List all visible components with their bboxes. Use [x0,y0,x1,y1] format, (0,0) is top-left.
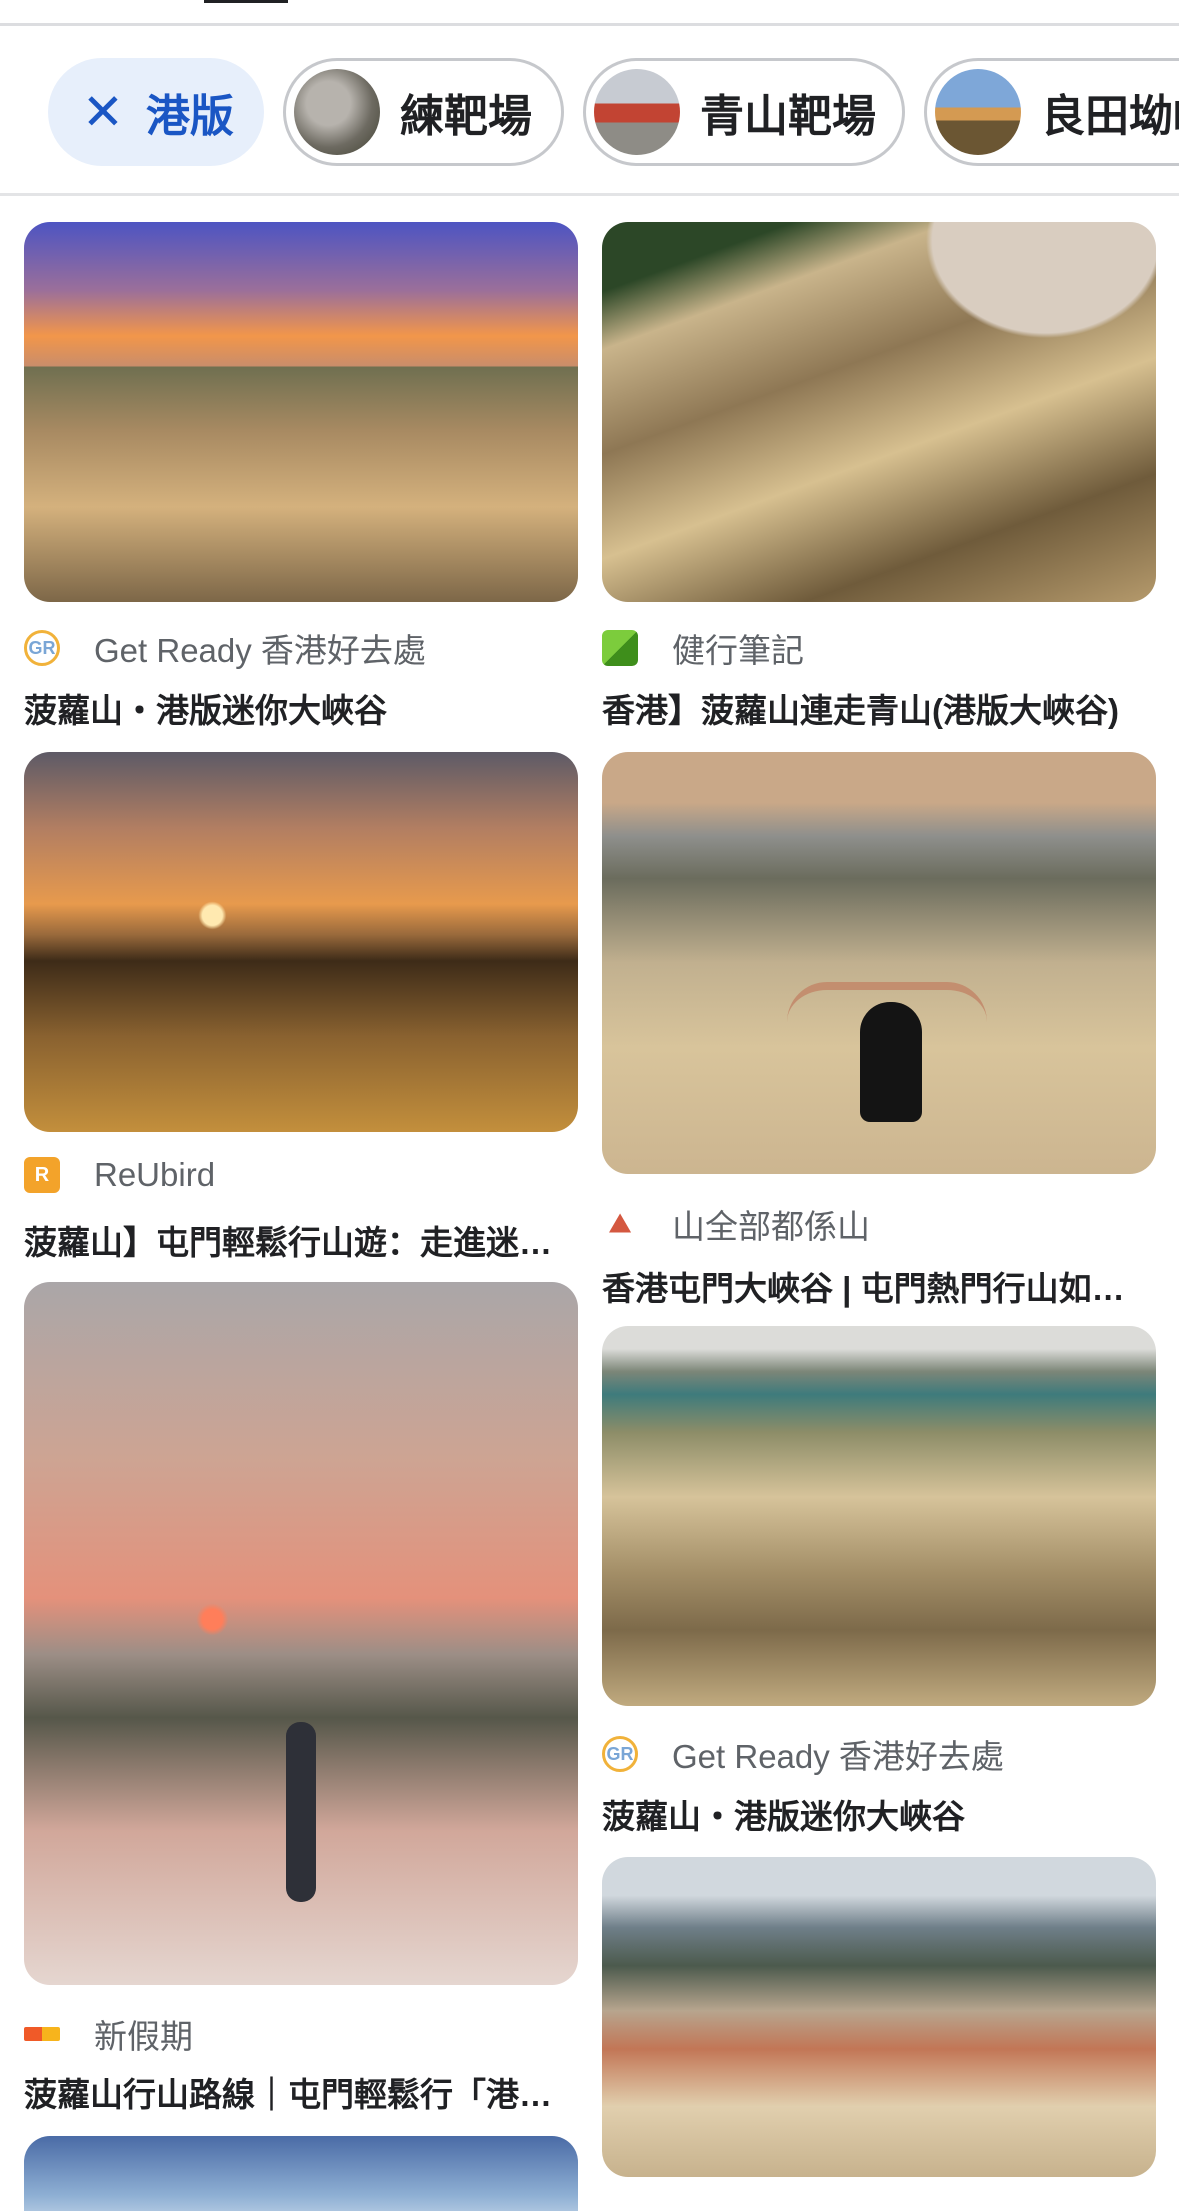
result-source[interactable]: GR Get Ready 香港好去處 [602,1730,1004,1778]
weekend-hk-logo-icon [24,2027,60,2041]
result-source[interactable]: 健行筆記 [602,624,804,672]
result-image[interactable] [602,222,1156,602]
get-ready-logo-icon: GR [602,1736,638,1772]
chip-thumbnail [935,69,1021,155]
source-name: 新假期 [94,2018,193,2055]
source-name: Get Ready 香港好去處 [94,632,426,669]
result-title[interactable]: 菠蘿山・港版迷你大峽谷 [602,1790,1156,1838]
result-source[interactable]: R ReUbird [24,1156,215,1194]
source-name: ReUbird [94,1156,216,1193]
result-title[interactable]: 菠蘿山行山路線｜屯門輕鬆行「港版大峽谷」 [24,2068,578,2116]
result-image[interactable] [24,222,578,602]
filter-chips-bar: ✕ 港版 練靶場 青山靶場 良田坳嶼 [0,26,1179,196]
chip-suggestion[interactable]: 良田坳嶼 [924,58,1179,166]
result-title[interactable]: 菠蘿山】屯門輕鬆行山遊：走進迷你大峽谷 [24,1216,578,1264]
result-image[interactable] [602,752,1156,1174]
result-title[interactable]: 香港】菠蘿山連走青山(港版大峽谷) [602,684,1156,732]
result-image[interactable] [24,2136,578,2211]
result-image[interactable] [24,1282,578,1985]
active-tab-indicator [204,0,288,3]
hiker-figure [860,1002,922,1122]
result-title[interactable]: 菠蘿山・港版迷你大峽谷 [24,684,578,732]
chip-suggestion[interactable]: 青山靶場 [583,58,905,166]
result-image[interactable] [24,752,578,1132]
source-name: 山全部都係山 [672,1208,870,1245]
mountain-logo-icon: ⛰ [602,1206,638,1242]
close-icon[interactable]: ✕ [82,87,124,137]
chip-thumbnail [594,69,680,155]
source-name: 健行筆記 [672,632,804,669]
chip-suggestion[interactable]: 練靶場 [283,58,564,166]
result-source[interactable]: 新假期 [24,2010,193,2058]
chip-thumbnail [294,69,380,155]
result-source[interactable]: ⛰ 山全部都係山 [602,1200,870,1248]
chip-label: 練靶場 [400,92,532,141]
hiker-figure [286,1722,316,1902]
hiking-notes-logo-icon [602,630,638,666]
result-image[interactable] [602,1326,1156,1706]
chip-selected-filter[interactable]: ✕ 港版 [48,58,264,166]
chip-label: 青山靶場 [700,92,876,141]
chip-label: 良田坳嶼 [1041,92,1179,141]
result-image[interactable] [602,1857,1156,2177]
result-source[interactable]: GR Get Ready 香港好去處 [24,624,426,672]
result-title[interactable]: 香港屯門大峽谷 | 屯門熱門行山如何去 [602,1262,1156,1310]
reubird-logo-icon: R [24,1157,60,1193]
top-tab-strip [0,0,1179,26]
get-ready-logo-icon: GR [24,630,60,666]
chip-label: 港版 [145,92,234,141]
source-name: Get Ready 香港好去處 [672,1738,1004,1775]
